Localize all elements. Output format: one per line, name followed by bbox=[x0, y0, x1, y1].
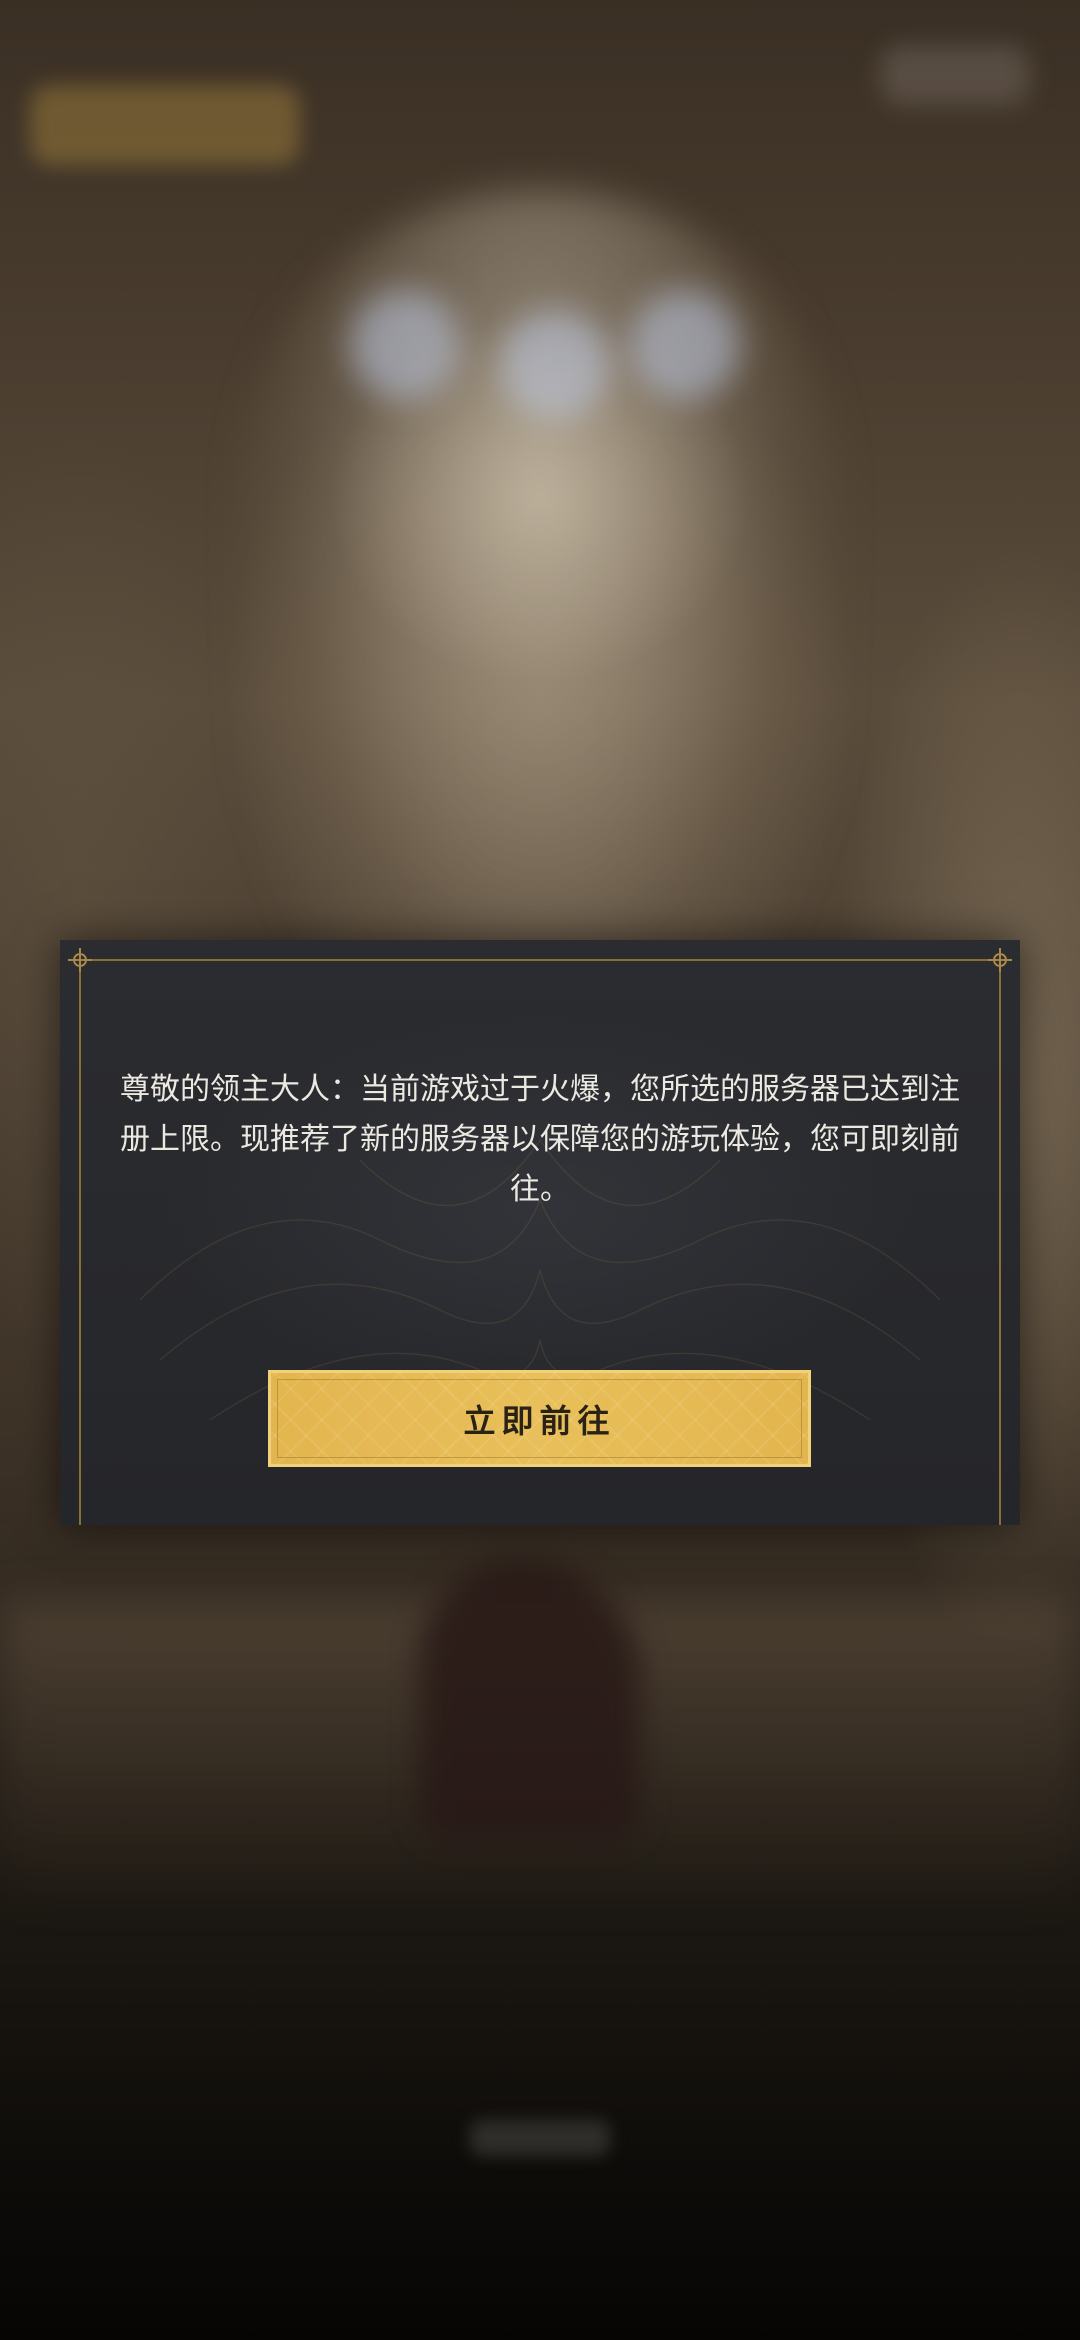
server-full-dialog: 尊敬的领主大人：当前游戏过于火爆，您所选的服务器已达到注册上限。现推荐了新的服务… bbox=[60, 940, 1020, 1525]
blurred-top-right-control bbox=[880, 45, 1030, 105]
game-screen: 尊敬的领主大人：当前游戏过于火爆，您所选的服务器已达到注册上限。现推荐了新的服务… bbox=[0, 0, 1080, 2340]
blurred-background-character bbox=[420, 1560, 640, 1840]
blurred-background-window bbox=[350, 290, 460, 400]
dialog-message: 尊敬的领主大人：当前游戏过于火爆，您所选的服务器已达到注册上限。现推荐了新的服务… bbox=[120, 1072, 960, 1207]
blurred-background-window bbox=[500, 310, 610, 420]
go-now-button-label: 立即前往 bbox=[463, 1401, 616, 1440]
go-now-button[interactable]: 立即前往 bbox=[268, 1370, 811, 1467]
blurred-bottom-text bbox=[470, 2120, 610, 2156]
blurred-background-window bbox=[630, 290, 740, 400]
blurred-game-logo bbox=[30, 85, 300, 165]
